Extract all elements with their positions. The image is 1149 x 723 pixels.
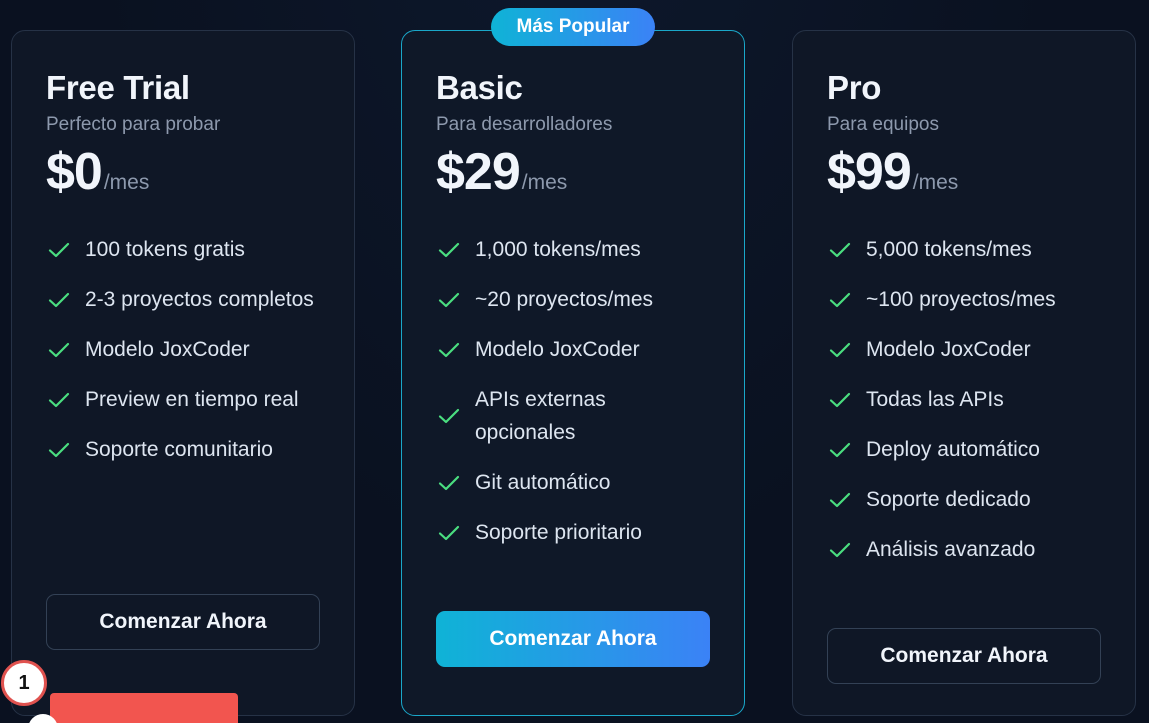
check-icon [436,525,462,541]
feature-text: Modelo JoxCoder [85,338,250,361]
plan-tagline: Perfecto para probar [46,114,221,135]
plan-card-pro: Pro Para equipos $99 /mes 5,000 tokens/m… [792,30,1136,716]
annotation-marker[interactable]: 1 [1,660,47,706]
feature-text: Análisis avanzado [866,538,1036,561]
check-icon [436,408,462,424]
feature-item: 1,000 tokens/mes [436,233,710,266]
feature-text: Soporte dedicado [866,488,1031,511]
plan-name: Free Trial [46,69,190,106]
feature-list: 100 tokens gratis 2-3 proyectos completo… [46,233,320,466]
feature-item: Modelo JoxCoder [46,333,320,366]
feature-item: ~20 proyectos/mes [436,283,710,316]
feature-text: Soporte comunitario [85,438,273,461]
plan-price-row: $0 /mes [46,141,320,203]
plan-price: $99 [827,143,912,201]
feature-list: 1,000 tokens/mes ~20 proyectos/mes Model… [436,233,710,549]
feature-item: Preview en tiempo real [46,383,320,416]
check-icon [46,292,72,308]
check-icon [436,292,462,308]
check-icon [827,242,853,258]
feature-text: Deploy automático [866,438,1040,461]
check-icon [827,342,853,358]
plan-price: $0 [46,143,103,201]
feature-text: Modelo JoxCoder [475,338,640,361]
start-now-button[interactable]: Comenzar Ahora [436,611,710,667]
feature-text: 5,000 tokens/mes [866,238,1032,261]
feature-text: Soporte prioritario [475,521,642,544]
feature-text: APIs externas opcionales [475,388,606,444]
plan-card-basic: Basic Para desarrolladores $29 /mes 1,00… [401,30,745,716]
check-icon [436,242,462,258]
feature-item: 100 tokens gratis [46,233,320,266]
check-icon [46,342,72,358]
pricing-section: Free Trial Perfecto para probar $0 /mes … [0,0,1149,723]
plan-price-row: $29 /mes [436,141,710,203]
feature-item: Git automático [436,466,710,499]
feature-text: Modelo JoxCoder [866,338,1031,361]
feature-item: Modelo JoxCoder [436,333,710,366]
feature-item: Todas las APIs [827,383,1101,416]
check-icon [436,342,462,358]
check-icon [827,392,853,408]
check-icon [827,492,853,508]
start-now-button[interactable]: Comenzar Ahora [827,628,1101,684]
plan-price-row: $99 /mes [827,141,1101,203]
feature-item: APIs externas opcionales [436,383,710,449]
feature-text: Todas las APIs [866,388,1004,411]
feature-item: Soporte prioritario [436,516,710,549]
feature-item: Soporte comunitario [46,433,320,466]
feature-text: ~20 proyectos/mes [475,288,654,311]
plan-period: /mes [103,171,150,194]
feature-text: ~100 proyectos/mes [866,288,1056,311]
feature-item: 5,000 tokens/mes [827,233,1101,266]
plan-period: /mes [521,171,568,194]
floating-action-bar[interactable] [50,693,238,723]
plan-price: $29 [436,143,521,201]
plan-name: Basic [436,69,523,106]
plan-tagline: Para desarrolladores [436,114,613,135]
feature-item: ~100 proyectos/mes [827,283,1101,316]
check-icon [46,442,72,458]
feature-text: Preview en tiempo real [85,388,299,411]
plan-name: Pro [827,69,882,106]
check-icon [46,392,72,408]
feature-text: 2-3 proyectos completos [85,288,314,311]
feature-text: 1,000 tokens/mes [475,238,641,261]
most-popular-badge: Más Popular [491,8,655,46]
feature-item: Análisis avanzado [827,533,1101,566]
feature-item: Soporte dedicado [827,483,1101,516]
check-icon [827,442,853,458]
feature-list: 5,000 tokens/mes ~100 proyectos/mes Mode… [827,233,1101,566]
feature-item: 2-3 proyectos completos [46,283,320,316]
check-icon [436,475,462,491]
feature-text: 100 tokens gratis [85,238,245,261]
plan-tagline: Para equipos [827,114,939,135]
start-now-button[interactable]: Comenzar Ahora [46,594,320,650]
plan-period: /mes [912,171,959,194]
plan-card-free-trial: Free Trial Perfecto para probar $0 /mes … [11,30,355,716]
check-icon [827,292,853,308]
check-icon [827,542,853,558]
feature-text: Git automático [475,471,611,494]
feature-item: Deploy automático [827,433,1101,466]
check-icon [46,242,72,258]
feature-item: Modelo JoxCoder [827,333,1101,366]
